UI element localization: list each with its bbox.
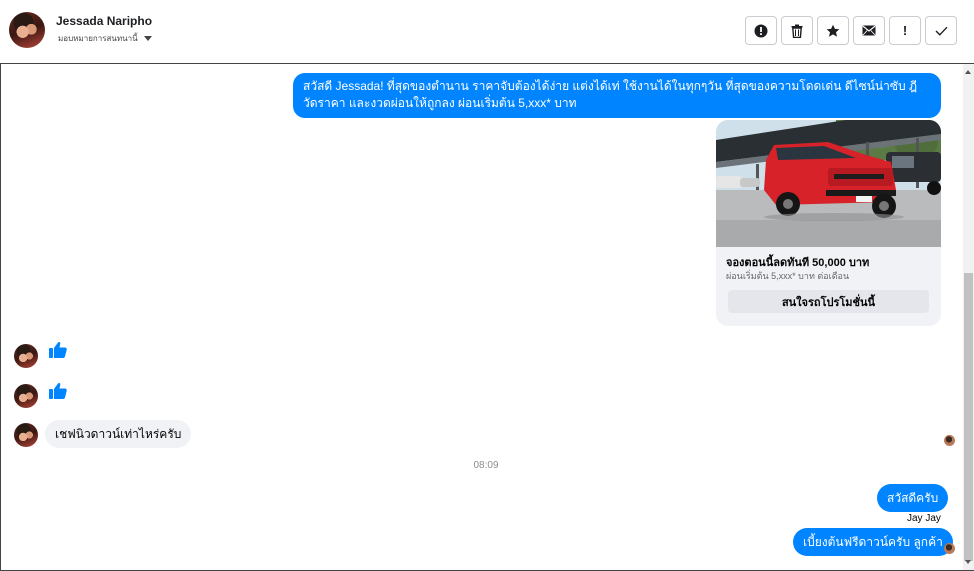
mark-unread-button[interactable] [853,16,885,45]
promo-car-image[interactable] [716,120,941,247]
follow-up-button[interactable]: ! [889,16,921,45]
seen-indicator-avatar [944,435,955,446]
contact-avatar-small [14,344,38,368]
sender-label: Jay Jay [907,513,941,524]
message-timestamp: 08:09 [473,460,499,471]
star-icon [826,24,840,37]
outgoing-message: เบี้ยงต้นฟรีดาวน์ครับ ลูกค้า [793,528,953,556]
scroll-down-arrow-icon[interactable] [965,560,971,564]
exclamation-icon: ! [902,23,908,38]
conversation-toolbar: ! [745,16,957,45]
message-thread[interactable]: สวัสดี Jessada! ที่สุดของตำนาน ราคาจับต้… [0,63,974,571]
contact-avatar[interactable] [9,12,45,48]
star-button[interactable] [817,16,849,45]
seen-indicator-avatar [944,543,955,554]
thread-scrollbar[interactable] [963,64,974,570]
scrollbar-thumb[interactable] [964,273,973,561]
contact-avatar-small [14,423,38,447]
contact-avatar-small [14,384,38,408]
outgoing-message-promo: สวัสดี Jessada! ที่สุดของตำนาน ราคาจับต้… [293,73,941,118]
incoming-message: เชฟนิวดาวน์เท่าไหร่ครับ [45,420,192,448]
promo-interest-button[interactable]: สนใจรถโปรโมชั่นนี้ [728,290,929,313]
assign-conversation-dropdown[interactable]: มอบหมายการสนทนานี้ [58,32,152,45]
contact-name[interactable]: Jessada Naripho [56,14,152,28]
alert-circle-icon [754,24,768,37]
envelope-icon [862,25,876,36]
trash-icon [791,24,803,38]
scroll-up-arrow-icon[interactable] [965,70,971,74]
check-icon [935,26,948,36]
assign-label: มอบหมายการสนทนานี้ [58,34,138,43]
thumbs-up-icon [49,341,67,358]
promo-card-subtitle: ผ่อนเริ่มต้น 5,xxx* บาท ต่อเดือน [726,271,850,281]
promo-card: จองตอนนี้ลดทันที 50,000 บาท ผ่อนเริ่มต้น… [716,120,941,326]
spam-button[interactable] [745,16,777,45]
thumbs-up-icon [49,382,67,399]
conversation-header: Jessada Naripho มอบหมายการสนทนานี้ ! [0,0,974,63]
outgoing-message: สวัสดีครับ [877,484,949,512]
done-button[interactable] [925,16,957,45]
delete-button[interactable] [781,16,813,45]
caret-down-icon [143,36,152,41]
